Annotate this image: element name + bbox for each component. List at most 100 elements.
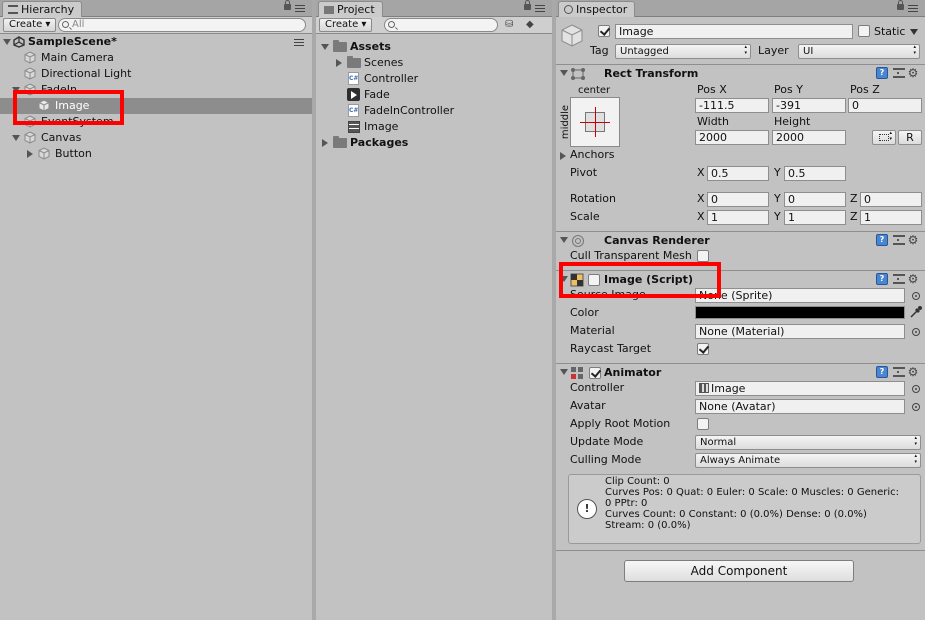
help-book-icon[interactable]: ?: [876, 366, 888, 378]
animator-enabled-checkbox[interactable]: [589, 367, 601, 379]
height-field[interactable]: 2000: [772, 130, 846, 145]
hierarchy-search-input[interactable]: All: [58, 18, 306, 32]
active-checkbox[interactable]: [598, 25, 610, 37]
axis-y-label: Y: [774, 166, 781, 179]
project-item-image[interactable]: Image: [316, 119, 552, 135]
object-picker-icon[interactable]: [912, 328, 920, 336]
canvas-renderer-header[interactable]: Canvas Renderer ? ⚙: [556, 231, 925, 249]
project-item-assets[interactable]: Assets: [316, 39, 552, 55]
tab-inspector[interactable]: Inspector: [558, 1, 636, 17]
material-field[interactable]: None (Material): [695, 324, 905, 339]
hierarchy-create-button[interactable]: Create ▾: [3, 18, 57, 32]
expand-arrow-icon[interactable]: [3, 39, 11, 45]
preset-icon[interactable]: [893, 274, 905, 284]
project-item-fade[interactable]: Fade: [316, 87, 552, 103]
menu-icon[interactable]: [908, 5, 918, 6]
raycast-target-checkbox[interactable]: [697, 343, 709, 355]
preset-icon[interactable]: [893, 367, 905, 377]
expand-arrow-icon[interactable]: [322, 139, 328, 147]
project-create-button[interactable]: Create ▾: [319, 18, 373, 32]
add-component-button[interactable]: Add Component: [624, 560, 854, 582]
lock-icon[interactable]: [897, 0, 904, 10]
project-panel: Project Create ▾ ⛁ ◆ Assets Scenes C# Co…: [316, 0, 552, 620]
raycast-target-label: Raycast Target: [570, 342, 652, 355]
project-item-fadeincontroller[interactable]: C# FadeInController: [316, 103, 552, 119]
rect-transform-header[interactable]: Rect Transform ? ⚙: [556, 64, 925, 82]
scene-row[interactable]: SampleScene*: [0, 34, 312, 50]
hierarchy-item-canvas[interactable]: Canvas: [0, 130, 312, 146]
update-mode-dropdown[interactable]: Normal: [695, 435, 921, 450]
static-dropdown-icon[interactable]: [910, 29, 918, 35]
cull-transparent-mesh-checkbox[interactable]: [697, 250, 709, 262]
avatar-field[interactable]: None (Avatar): [695, 399, 905, 414]
rotation-z-field[interactable]: 0: [860, 192, 922, 207]
pos-y-field[interactable]: -391: [772, 98, 846, 113]
anchor-preset-button[interactable]: [570, 97, 620, 147]
rotation-x-field[interactable]: 0: [707, 192, 769, 207]
project-item-controller[interactable]: C# Controller: [316, 71, 552, 87]
raw-edit-button[interactable]: R: [898, 130, 922, 145]
eyedropper-icon[interactable]: [909, 305, 923, 319]
scene-menu-icon[interactable]: [294, 39, 304, 40]
blueprint-mode-button[interactable]: [872, 130, 896, 145]
folder-icon: [333, 136, 347, 148]
scale-y-field[interactable]: 1: [784, 210, 846, 225]
pos-z-label: Pos Z: [850, 83, 880, 96]
culling-mode-label: Culling Mode: [570, 453, 642, 466]
tab-hierarchy[interactable]: Hierarchy: [2, 1, 83, 17]
preset-icon[interactable]: [893, 235, 905, 245]
culling-mode-dropdown[interactable]: Always Animate: [695, 453, 921, 468]
pos-z-field[interactable]: 0: [848, 98, 922, 113]
help-book-icon[interactable]: ?: [876, 273, 888, 285]
hierarchy-item-main-camera[interactable]: Main Camera: [0, 50, 312, 66]
object-picker-icon[interactable]: [912, 292, 920, 300]
pivot-x-field[interactable]: 0.5: [707, 166, 769, 181]
gear-icon[interactable]: ⚙: [907, 67, 919, 79]
collapse-arrow-icon[interactable]: [560, 237, 568, 243]
help-book-icon[interactable]: ?: [876, 67, 888, 79]
gear-icon[interactable]: ⚙: [907, 234, 919, 246]
filter-by-label-icon[interactable]: ◆: [526, 19, 540, 31]
expand-arrow-icon[interactable]: [12, 135, 20, 141]
expand-arrow-icon[interactable]: [27, 150, 33, 158]
hierarchy-item-directional-light[interactable]: Directional Light: [0, 66, 312, 82]
scale-z-field[interactable]: 1: [860, 210, 922, 225]
pivot-y-field[interactable]: 0.5: [784, 166, 846, 181]
gear-icon[interactable]: ⚙: [907, 366, 919, 378]
lock-icon[interactable]: [524, 0, 531, 10]
layer-dropdown[interactable]: UI: [798, 44, 920, 59]
static-checkbox[interactable]: [858, 25, 870, 37]
help-book-icon[interactable]: ?: [876, 234, 888, 246]
object-name-field[interactable]: Image: [615, 24, 853, 39]
expand-arrow-icon[interactable]: [321, 44, 329, 50]
tab-project[interactable]: Project: [318, 1, 383, 17]
color-swatch[interactable]: [695, 306, 905, 319]
preset-icon[interactable]: [893, 68, 905, 78]
lock-icon[interactable]: [284, 0, 291, 10]
filter-by-type-icon[interactable]: ⛁: [505, 19, 519, 31]
source-image-field[interactable]: None (Sprite): [695, 288, 905, 303]
controller-field[interactable]: Image: [695, 381, 905, 396]
object-picker-icon[interactable]: [912, 403, 920, 411]
width-field[interactable]: 2000: [695, 130, 769, 145]
project-search-input[interactable]: [384, 18, 498, 32]
collapse-arrow-icon[interactable]: [560, 70, 568, 76]
project-item-packages[interactable]: Packages: [316, 135, 552, 151]
anchors-label[interactable]: Anchors: [570, 147, 615, 163]
layer-label: Layer: [758, 44, 789, 57]
rotation-y-field[interactable]: 0: [784, 192, 846, 207]
hierarchy-item-button[interactable]: Button: [0, 146, 312, 162]
expand-arrow-icon[interactable]: [336, 59, 342, 67]
animator-header[interactable]: Animator ? ⚙: [556, 363, 925, 381]
apply-root-motion-checkbox[interactable]: [697, 418, 709, 430]
menu-icon[interactable]: [295, 5, 305, 6]
object-picker-icon[interactable]: [912, 385, 920, 393]
gear-icon[interactable]: ⚙: [907, 273, 919, 285]
scale-x-field[interactable]: 1: [707, 210, 769, 225]
collapse-arrow-icon[interactable]: [560, 369, 568, 375]
project-item-scenes[interactable]: Scenes: [316, 55, 552, 71]
tag-dropdown[interactable]: Untagged: [615, 44, 751, 59]
anchors-expand-icon[interactable]: [560, 152, 566, 160]
menu-icon[interactable]: [535, 5, 545, 6]
pos-x-field[interactable]: -111.5: [695, 98, 769, 113]
